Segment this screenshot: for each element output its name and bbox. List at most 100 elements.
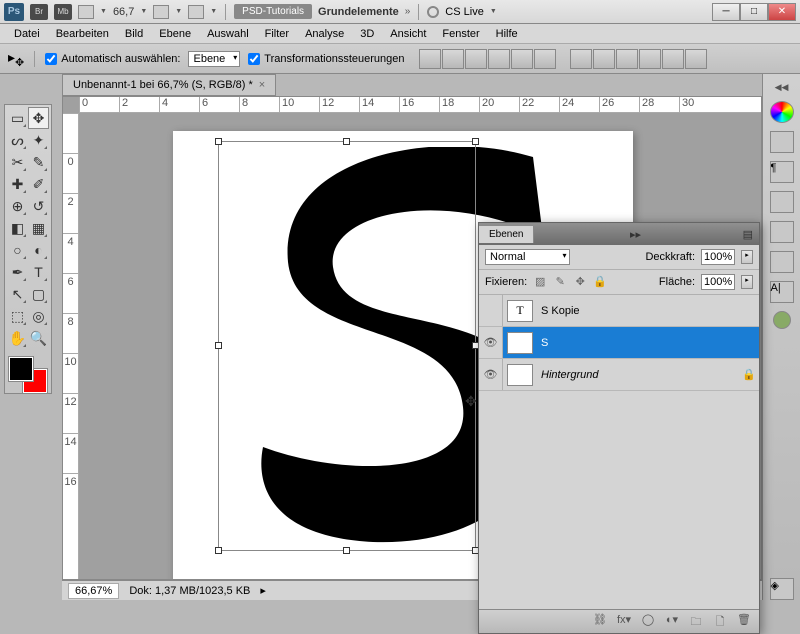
handle-ml[interactable] <box>215 342 222 349</box>
align-hcenter-button[interactable] <box>511 49 533 69</box>
layer-thumbnail[interactable] <box>507 364 533 386</box>
cslive-label[interactable]: CS Live <box>445 6 484 18</box>
3d-tool[interactable]: ⬚ <box>7 305 28 327</box>
vertical-ruler[interactable]: 0246810121416 <box>63 113 79 579</box>
layer-mask-icon[interactable]: ◯ <box>637 613 659 631</box>
layer-row[interactable]: 👁 Hintergrund 🔒 <box>479 359 759 391</box>
pen-tool[interactable]: ✒ <box>7 261 28 283</box>
status-zoom[interactable]: 66,67% <box>68 583 119 599</box>
align-vcenter-button[interactable] <box>442 49 464 69</box>
layer-row[interactable]: T S Kopie <box>479 295 759 327</box>
lock-all-icon[interactable]: 🔒 <box>593 275 607 289</box>
extras-icon[interactable] <box>188 5 204 19</box>
menu-ansicht[interactable]: Ansicht <box>382 26 434 42</box>
clone-stamp-tool[interactable]: ⊕ <box>7 195 28 217</box>
handle-tl[interactable] <box>215 138 222 145</box>
distribute-left-button[interactable] <box>639 49 661 69</box>
path-select-tool[interactable]: ↖ <box>7 283 28 305</box>
status-doc-info[interactable]: Dok: 1,37 MB/1023,5 KB <box>129 585 250 597</box>
window-maximize-button[interactable]: □ <box>740 3 768 21</box>
panel-menu-icon[interactable]: ▤ <box>737 228 759 241</box>
shape-tool[interactable]: ▢ <box>28 283 49 305</box>
menu-ebene[interactable]: Ebene <box>151 26 199 42</box>
menu-filter[interactable]: Filter <box>257 26 297 42</box>
marquee-tool[interactable]: ▭ <box>7 107 28 129</box>
transform-controls-checkbox[interactable]: Transformationssteuerungen <box>248 53 404 65</box>
handle-tr[interactable] <box>472 138 479 145</box>
lock-pixels-icon[interactable]: ✎ <box>553 275 567 289</box>
blur-tool[interactable]: ○ <box>7 239 28 261</box>
menu-bearbeiten[interactable]: Bearbeiten <box>48 26 117 42</box>
layer-group-icon[interactable]: 🗀 <box>685 613 707 631</box>
menu-hilfe[interactable]: Hilfe <box>488 26 526 42</box>
bridge-icon[interactable]: Br <box>30 4 48 20</box>
zoom-tool[interactable]: 🔍 <box>28 327 49 349</box>
menu-analyse[interactable]: Analyse <box>297 26 352 42</box>
collapse-icon[interactable]: ◀◀ <box>775 82 789 93</box>
handle-bl[interactable] <box>215 547 222 554</box>
auto-select-target-dropdown[interactable]: Ebene <box>188 51 240 67</box>
masks-panel-icon[interactable] <box>770 251 794 273</box>
visibility-toggle[interactable] <box>479 295 503 326</box>
layer-thumbnail[interactable]: T <box>507 332 533 354</box>
color-panel-icon[interactable] <box>770 101 794 123</box>
panel-collapse-icon[interactable]: ▸▸ <box>624 228 647 241</box>
character-panel-icon[interactable]: A| <box>770 281 794 303</box>
menu-3d[interactable]: 3D <box>352 26 382 42</box>
document-tab[interactable]: Unbenannt-1 bei 66,7% (S, RGB/8) * × <box>62 74 276 96</box>
fill-input[interactable]: 100% <box>701 274 735 290</box>
chevron-right-icon[interactable]: » <box>405 6 411 17</box>
align-left-button[interactable] <box>488 49 510 69</box>
adjustments-panel-icon[interactable] <box>770 221 794 243</box>
brush-tool[interactable]: ✐ <box>28 173 49 195</box>
transform-bounding-box[interactable] <box>218 141 476 551</box>
healing-brush-tool[interactable]: ✚ <box>7 173 28 195</box>
layer-name[interactable]: Hintergrund <box>537 369 739 381</box>
gradient-tool[interactable]: ▦ <box>28 217 49 239</box>
fill-flyout-icon[interactable]: ▸ <box>741 275 753 289</box>
color-swatches[interactable] <box>7 355 51 391</box>
menu-auswahl[interactable]: Auswahl <box>199 26 257 42</box>
visibility-toggle[interactable]: 👁 <box>479 327 503 358</box>
visibility-toggle[interactable]: 👁 <box>479 359 503 390</box>
layer-name[interactable]: S <box>537 337 759 349</box>
align-top-button[interactable] <box>419 49 441 69</box>
type-tool[interactable]: T <box>28 261 49 283</box>
move-tool[interactable]: ✥ <box>28 107 49 129</box>
menu-bild[interactable]: Bild <box>117 26 151 42</box>
styles-panel-icon[interactable] <box>770 191 794 213</box>
horizontal-ruler[interactable]: 024681012141618202224262830 <box>79 97 761 113</box>
crop-tool[interactable]: ✂ <box>7 151 28 173</box>
align-right-button[interactable] <box>534 49 556 69</box>
new-layer-icon[interactable]: 🗋 <box>709 613 731 631</box>
layers-panel-icon[interactable]: ◈ <box>770 578 794 600</box>
opacity-input[interactable]: 100% <box>701 249 735 265</box>
screen-mode-icon[interactable] <box>153 5 169 19</box>
distribute-right-button[interactable] <box>685 49 707 69</box>
menu-datei[interactable]: Datei <box>6 26 48 42</box>
menu-fenster[interactable]: Fenster <box>434 26 487 42</box>
status-arrow-icon[interactable]: ▸ <box>260 584 266 597</box>
lasso-tool[interactable]: ᔕ <box>7 129 28 151</box>
distribute-bottom-button[interactable] <box>616 49 638 69</box>
layer-name[interactable]: S Kopie <box>537 305 759 317</box>
window-minimize-button[interactable]: ─ <box>712 3 740 21</box>
handle-bc[interactable] <box>343 547 350 554</box>
eyedropper-tool[interactable]: ✎ <box>28 151 49 173</box>
close-tab-icon[interactable]: × <box>259 79 265 91</box>
window-close-button[interactable]: ✕ <box>768 3 796 21</box>
delete-layer-icon[interactable]: 🗑 <box>733 613 755 631</box>
zoom-percentage[interactable]: 66,7 <box>113 6 134 18</box>
kuler-panel-icon[interactable] <box>773 311 791 329</box>
distribute-hcenter-button[interactable] <box>662 49 684 69</box>
distribute-top-button[interactable] <box>570 49 592 69</box>
swatches-panel-icon[interactable] <box>770 131 794 153</box>
handle-tc[interactable] <box>343 138 350 145</box>
workspace-secondary[interactable]: Grundelemente <box>318 6 399 18</box>
layer-fx-icon[interactable]: fx▾ <box>613 613 635 631</box>
minibridge-icon[interactable]: Mb <box>54 4 72 20</box>
paragraph-panel-icon[interactable]: ¶ <box>770 161 794 183</box>
blend-mode-dropdown[interactable]: Normal <box>485 249 570 265</box>
eraser-tool[interactable]: ◧ <box>7 217 28 239</box>
adjustment-layer-icon[interactable]: ◐▾ <box>661 613 683 631</box>
